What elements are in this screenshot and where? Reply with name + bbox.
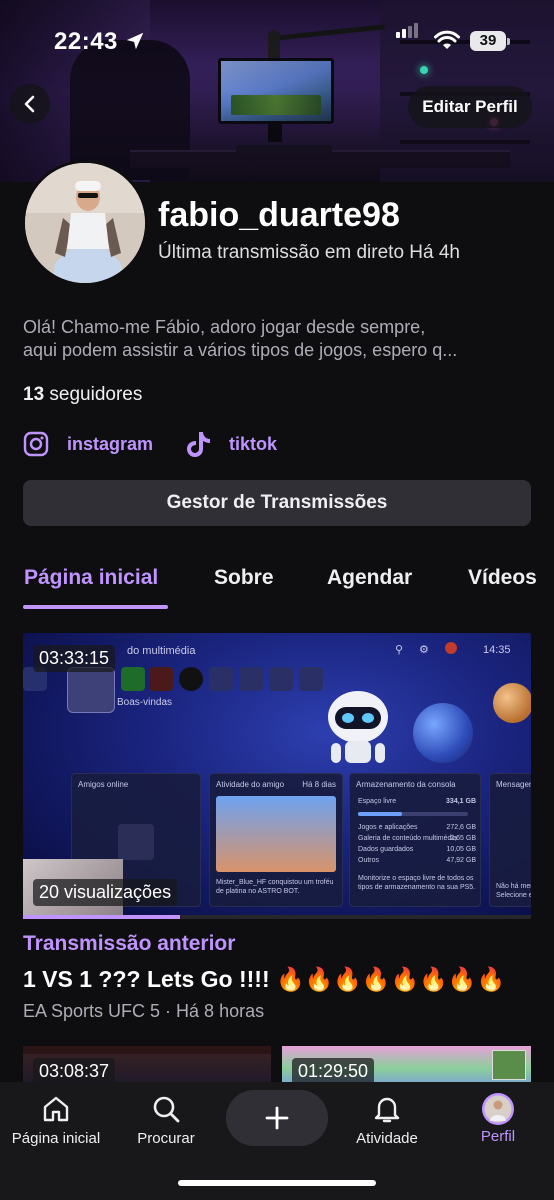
bio-line: aqui podem assistir a vários tipos de jo… [23, 340, 458, 360]
duration-badge: 03:08:37 [33, 1058, 116, 1085]
video-thumbnail[interactable]: 03:08:37 [23, 1046, 271, 1086]
bell-icon [374, 1097, 400, 1123]
ps-trophy-text: Mister_Blue_HF conquistou um troféu de p… [216, 879, 334, 895]
planet-graphic [493, 683, 531, 723]
plus-icon [265, 1106, 289, 1130]
ps-card-activity: Atividade do amigo Há 8 dias Mister_Blue… [209, 773, 343, 907]
nav-activity[interactable]: Atividade [350, 1094, 424, 1147]
ps-card-time: Há 8 dias [302, 780, 336, 789]
ps-clock: 14:35 [483, 644, 511, 656]
planet-graphic [413, 703, 473, 763]
tiktok-icon [187, 432, 211, 457]
video-meta[interactable]: EA Sports UFC 5 · Há 8 horas [23, 1001, 264, 1022]
last-stream-info: Última transmissão em direto Há 4h [158, 242, 460, 263]
followers-count[interactable]: 13 seguidores [23, 384, 142, 406]
tab-videos[interactable]: Vídeos [468, 566, 537, 590]
wifi-icon [434, 30, 460, 49]
ps-card-title: Atividade do amigo [216, 780, 285, 789]
ps-storage-row-label: Outros [358, 857, 380, 864]
ps-welcome-text: Boas-vindas [117, 697, 173, 708]
ps-storage-row-value: 272,6 GB [446, 824, 476, 831]
gear-icon: ⚙ [419, 644, 429, 656]
ps-storage-row-value: 2,65 GB [450, 835, 476, 842]
social-label: tiktok [229, 433, 278, 454]
nav-search[interactable]: Procurar [130, 1094, 202, 1147]
social-link-tiktok[interactable]: tiktok [185, 430, 277, 458]
ps-storage-row-label: Jogos e aplicações [358, 824, 418, 831]
location-arrow-icon [126, 32, 144, 50]
user-avatar-icon [445, 642, 457, 654]
tab-about[interactable]: Sobre [214, 566, 274, 590]
ps-menu-text: do multimédia [127, 645, 196, 657]
create-button[interactable] [226, 1090, 328, 1146]
ps-free-label: Espaço livre [358, 798, 397, 805]
nav-home[interactable]: Página inicial [10, 1094, 102, 1147]
avatar[interactable] [22, 160, 148, 286]
ps-free-value: 334,1 GB [446, 798, 476, 805]
ps-storage-row-label: Galeria de conteúdo multimédia [358, 835, 457, 842]
search-icon: ⚲ [395, 644, 404, 656]
featured-video-thumbnail[interactable]: do multimédia ⚲ ⚙ 14:35 Boas-vindas Amig… [23, 633, 531, 917]
social-label: instagram [67, 433, 154, 454]
ps-storage-row-value: 47,92 GB [446, 857, 476, 864]
ps-messages-note: Não há mensa Selecione esta [496, 883, 531, 899]
astro-bot-figure [328, 691, 388, 763]
home-icon [43, 1096, 69, 1122]
ps-storage-note: Monitorize o espaço livre de todos os ti… [358, 875, 476, 891]
username: fabio_duarte98 [158, 196, 400, 234]
chevron-left-icon [24, 95, 35, 113]
section-label: Transmissão anterior [23, 932, 236, 955]
watch-progress-fill [23, 915, 181, 919]
video-title[interactable]: 1 VS 1 ??? Lets Go !!!! 🔥🔥🔥🔥🔥🔥🔥🔥 [23, 966, 505, 993]
nav-label: Perfil [480, 1128, 516, 1145]
search-icon [153, 1096, 180, 1123]
followers-label: seguidores [49, 384, 143, 405]
ps-storage-row-value: 10,05 GB [446, 846, 476, 853]
duration-badge: 03:33:15 [33, 645, 116, 672]
instagram-icon [23, 431, 49, 457]
status-time: 22:43 [54, 28, 118, 55]
stream-manager-button[interactable]: Gestor de Transmissões [23, 480, 531, 526]
nav-label: Atividade [356, 1130, 418, 1147]
video-thumbnail[interactable]: 01:29:50 [282, 1046, 531, 1086]
active-tab-indicator [23, 605, 168, 609]
bio[interactable]: Olá! Chamo-me Fábio, adoro jogar desde s… [23, 316, 533, 362]
profile-photo [25, 163, 145, 283]
status-bar: 22:43 39 [0, 22, 554, 62]
battery-indicator: 39 [470, 31, 510, 51]
home-indicator [178, 1180, 376, 1186]
ps-card-title: Amigos online [78, 780, 129, 789]
watch-progress-bar [23, 915, 531, 919]
bio-line: Olá! Chamo-me Fábio, adoro jogar desde s… [23, 317, 426, 337]
nav-label: Página inicial [11, 1130, 101, 1147]
nav-label: Procurar [137, 1130, 195, 1147]
social-links: instagram tiktok [23, 428, 303, 460]
tab-home[interactable]: Página inicial [24, 566, 158, 590]
ps-card-title: Armazenamento da consola [356, 780, 456, 789]
ps-card-title: Mensager [496, 780, 531, 789]
profile-tabs: Página inicial Sobre Agendar Vídeos [0, 552, 554, 610]
duration-badge: 01:29:50 [292, 1058, 375, 1085]
tab-schedule[interactable]: Agendar [327, 566, 412, 590]
edit-profile-button[interactable]: Editar Perfil [408, 86, 532, 128]
followers-number: 13 [23, 384, 45, 405]
ps-library-tile [67, 667, 115, 713]
nav-profile[interactable]: Perfil [470, 1093, 526, 1145]
ps-card-storage: Armazenamento da consola Espaço livre 33… [349, 773, 481, 907]
ps-card-messages: Mensager Não há mensa Selecione esta [489, 773, 531, 907]
ps-storage-row-label: Dados guardados [358, 846, 414, 853]
social-link-instagram[interactable]: instagram [23, 431, 153, 457]
avatar-icon [482, 1093, 514, 1125]
views-badge: 20 visualizações [33, 879, 178, 906]
back-button[interactable] [10, 84, 50, 124]
